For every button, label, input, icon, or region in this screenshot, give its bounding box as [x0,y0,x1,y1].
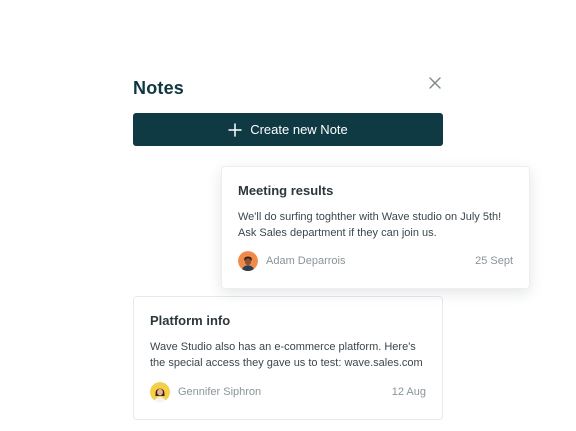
close-icon [429,77,441,89]
note-body: Wave Studio also has an e-commerce platf… [150,339,432,371]
person-avatar-icon [238,251,258,271]
notes-panel: Notes Create new Note Meeting results We… [0,0,576,431]
create-note-label: Create new Note [250,122,348,137]
note-title: Platform info [150,313,231,328]
create-note-button[interactable]: Create new Note [133,113,443,146]
page-title: Notes [133,78,185,98]
note-date: 25 Sept [475,255,513,267]
avatar [150,382,170,402]
avatar [238,251,258,271]
note-card-meeting-results[interactable]: Meeting results We'll do surfing toghthe… [221,166,530,289]
note-body-line: Ask Sales department if they can join us… [238,227,437,239]
note-body-line: Wave Studio also has an e-commerce platf… [150,341,416,353]
person-avatar-icon [150,382,170,402]
note-date: 12 Aug [391,386,426,398]
note-body-line: the special access they gave us to test:… [150,357,423,369]
note-author: Gennifer Siphron [178,386,262,398]
note-title: Meeting results [238,183,334,198]
note-author: Adam Deparrois [266,255,346,267]
close-button[interactable] [426,74,444,92]
plus-icon [228,122,242,137]
note-body: We'll do surfing toghther with Wave stud… [238,209,520,241]
note-footer: Gennifer Siphron 12 Aug [150,381,426,403]
note-body-line: We'll do surfing toghther with Wave stud… [238,211,502,223]
note-footer: Adam Deparrois 25 Sept [238,250,513,272]
note-card-platform-info[interactable]: Platform info Wave Studio also has an e-… [133,296,443,420]
